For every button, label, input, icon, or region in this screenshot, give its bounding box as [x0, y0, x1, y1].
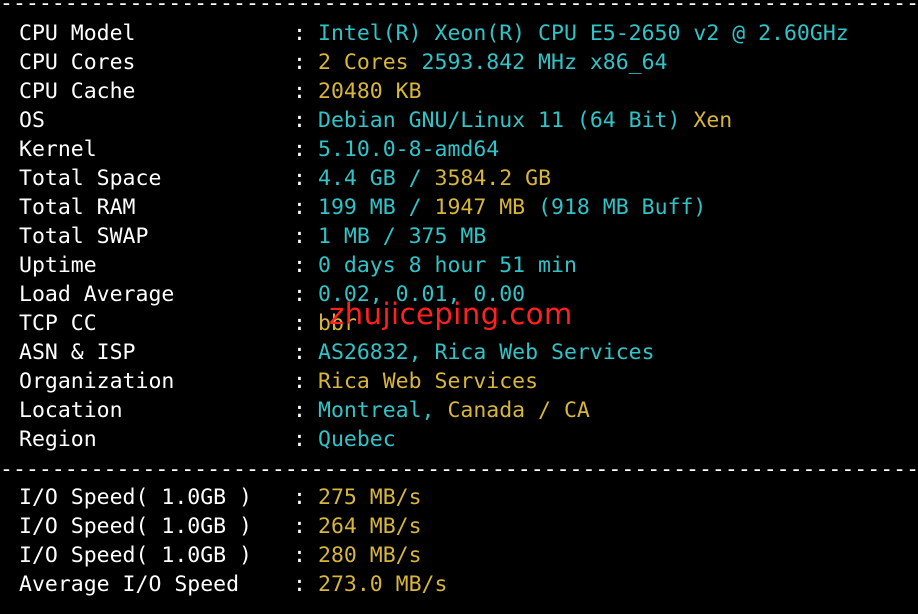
value-segment: AS26832, Rica Web Services: [318, 340, 655, 365]
separator-top: ----------------------------------------…: [0, 0, 918, 16]
value-segment: 275 MB/s: [318, 485, 422, 510]
field-label: CPU Model: [19, 21, 136, 46]
field-value: 273.0 MB/s: [318, 570, 447, 599]
value-segment: 273.0 MB/s: [318, 572, 448, 597]
field-label: Total SWAP: [19, 224, 149, 249]
field-value: 1 MB / 375 MB: [318, 222, 486, 251]
watermark-text: zhujiceping.com: [329, 297, 573, 331]
value-segment: 264 MB/s: [318, 514, 422, 539]
field-value: 2 Cores 2593.842 MHz x86_64: [318, 48, 668, 77]
field-label: I/O Speed( 1.0GB ): [19, 514, 252, 539]
field-label: Average I/O Speed: [19, 572, 240, 597]
value-segment: 20480 KB: [318, 79, 422, 104]
value-segment: 5.10.0-8-amd64: [318, 137, 500, 162]
field-label: I/O Speed( 1.0GB ): [19, 485, 252, 510]
field-separator: :: [293, 50, 306, 75]
value-segment: Quebec: [318, 427, 396, 452]
field-label: CPU Cores: [19, 50, 136, 75]
value-segment: 1 MB / 375 MB: [318, 224, 487, 249]
field-label: Uptime: [19, 253, 97, 278]
field-separator: :: [293, 369, 306, 394]
field-value: Montreal, Canada / CA: [318, 396, 590, 425]
field-separator: :: [293, 398, 306, 423]
separator-middle: ----------------------------------------…: [0, 457, 918, 482]
value-segment: 1947 MB: [434, 195, 526, 220]
value-segment: Intel(R) Xeon(R) CPU E5-2650 v2 @ 2.60GH…: [318, 21, 849, 46]
field-separator: :: [293, 311, 306, 336]
field-separator: :: [293, 224, 306, 249]
field-separator: :: [293, 340, 306, 365]
value-segment: /: [395, 166, 435, 191]
value-segment: 2593.842 MHz x86_64: [408, 50, 668, 75]
value-segment: (918 MB Buff): [525, 195, 707, 220]
field-separator: :: [293, 514, 306, 539]
field-value: 20480 KB: [318, 77, 422, 106]
field-value: AS26832, Rica Web Services: [318, 338, 655, 367]
terminal-window[interactable]: ----------------------------------------…: [0, 0, 918, 614]
value-segment: 199 MB: [318, 195, 396, 220]
field-separator: :: [293, 195, 306, 220]
value-segment: Rica Web Services: [318, 369, 539, 394]
field-label: Total RAM: [19, 195, 136, 220]
field-separator: :: [293, 253, 306, 278]
field-label: TCP CC: [19, 311, 97, 336]
field-separator: :: [293, 282, 306, 307]
value-segment: 2 Cores: [318, 50, 409, 75]
field-separator: :: [293, 108, 306, 133]
field-value: 275 MB/s: [318, 483, 422, 512]
field-label: Total Space: [19, 166, 162, 191]
field-label: ASN & ISP: [19, 340, 136, 365]
field-separator: :: [293, 79, 306, 104]
field-label: Organization: [19, 369, 175, 394]
value-segment: 4.4 GB: [318, 166, 396, 191]
value-segment: 280 MB/s: [318, 543, 422, 568]
field-label: Load Average: [19, 282, 175, 307]
field-separator: :: [293, 485, 306, 510]
field-separator: :: [293, 543, 306, 568]
field-value: 5.10.0-8-amd64: [318, 135, 499, 164]
value-segment: Montreal,: [318, 398, 435, 423]
value-segment: 3584.2 GB: [434, 166, 552, 191]
field-label: Kernel: [19, 137, 97, 162]
field-value: Intel(R) Xeon(R) CPU E5-2650 v2 @ 2.60GH…: [318, 19, 849, 48]
field-value: 4.4 GB / 3584.2 GB: [318, 164, 551, 193]
field-value: Quebec: [318, 425, 396, 454]
field-label: Region: [19, 427, 97, 452]
field-label: I/O Speed( 1.0GB ): [19, 543, 252, 568]
field-separator: :: [293, 21, 306, 46]
value-segment: Xen: [680, 108, 733, 133]
field-value: Debian GNU/Linux 11 (64 Bit) Xen: [318, 106, 732, 135]
value-segment: 0 days 8 hour 51 min: [318, 253, 577, 278]
field-value: 0 days 8 hour 51 min: [318, 251, 577, 280]
value-segment: Debian GNU/Linux 11 (64 Bit): [318, 108, 681, 133]
field-value: 199 MB / 1947 MB (918 MB Buff): [318, 193, 706, 222]
field-separator: :: [293, 166, 306, 191]
field-label: OS: [19, 108, 45, 133]
field-separator: :: [293, 137, 306, 162]
field-separator: :: [293, 572, 306, 597]
field-separator: :: [293, 427, 306, 452]
field-label: Location: [19, 398, 123, 423]
value-segment: /: [395, 195, 435, 220]
value-segment: Canada / CA: [434, 398, 590, 423]
field-value: Rica Web Services: [318, 367, 538, 396]
field-label: CPU Cache: [19, 79, 136, 104]
field-value: 264 MB/s: [318, 512, 422, 541]
field-value: 280 MB/s: [318, 541, 422, 570]
